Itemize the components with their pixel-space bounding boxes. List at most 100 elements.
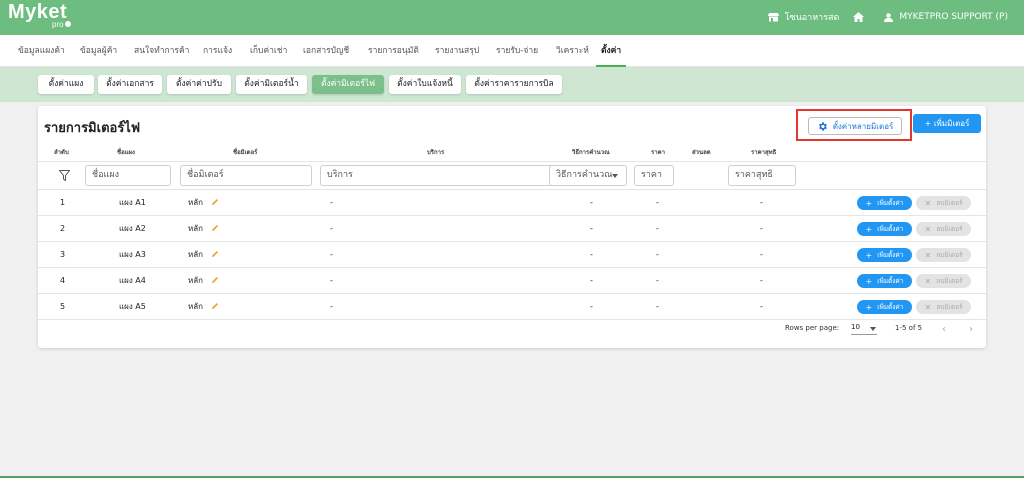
filter-service-input[interactable]: บริการ [320,165,578,186]
app-logo[interactable]: Myket [8,2,67,22]
cell-method: - [590,198,593,207]
cell-meter: หลัก [188,302,204,311]
menu-item-approvals[interactable]: รายการอนุมัติ [368,35,419,67]
next-page-icon[interactable]: › [969,324,973,335]
col-header-stall[interactable]: ชื่อแผง [117,147,135,157]
cell-price: - [656,224,659,233]
add-setting-button[interactable]: + เพิ่มตั้งค่า [857,222,912,236]
subtab-invoice-settings[interactable]: ตั้งค่าใบแจ้งหนี้ [389,75,461,94]
edit-pencil-icon[interactable] [211,198,219,206]
filter-stall-input[interactable]: ชื่อแผง [85,165,171,186]
delete-meter-button: ✕ ลบมิเตอร์ [916,300,971,314]
col-header-no[interactable]: ลำดับ [54,147,69,157]
plus-icon: + [865,250,873,260]
cell-no: 2 [60,224,66,233]
menu-item-settings[interactable]: ตั้งค่า [596,35,627,67]
cell-service: - [330,224,333,233]
delete-meter-label: ลบมิเตอร์ [936,251,963,259]
cell-price: - [656,276,659,285]
subtab-water-meter-settings[interactable]: ตั้งค่ามิเตอร์น้ำ [236,75,307,94]
cell-price: - [656,250,659,259]
col-header-meter[interactable]: ชื่อมิเตอร์ [233,147,257,157]
table-row: 2 แผง A2 หลัก - - - - + เพิ่มตั้งค่า ✕ ลบม… [38,216,986,242]
meter-list-card: รายการมิเตอร์ไฟ ตั้งค่าหลายมิเตอร์ + เพิ… [38,106,986,348]
filter-price-input[interactable]: ราคา [634,165,674,186]
edit-pencil-icon[interactable] [211,250,219,258]
menu-item-analysis[interactable]: วิเคราะห์ [556,35,589,67]
app-logo-sub: pro [52,20,71,29]
menu-item-notify[interactable]: การแจ้ง [203,35,232,67]
home-button[interactable] [853,12,870,22]
close-icon: ✕ [924,224,932,234]
subtab-document-settings[interactable]: ตั้งค่าเอกสาร [98,75,162,94]
add-setting-label: เพิ่มตั้งค่า [877,277,904,285]
rows-per-page-select[interactable]: 10 [851,323,877,335]
user-menu[interactable]: MYKETPRO SUPPORT (P) [884,12,1008,22]
add-setting-button[interactable]: + เพิ่มตั้งค่า [857,300,912,314]
cell-price: - [656,198,659,207]
close-icon: ✕ [924,250,932,260]
menu-item-income-expense[interactable]: รายรับ-จ่าย [496,35,538,67]
add-setting-button[interactable]: + เพิ่มตั้งค่า [857,274,912,288]
prev-page-icon[interactable]: ‹ [942,324,946,335]
page-title: รายการมิเตอร์ไฟ [44,121,141,136]
edit-pencil-icon[interactable] [211,276,219,284]
cell-meter: หลัก [188,250,204,259]
delete-meter-label: ลบมิเตอร์ [936,277,963,285]
add-setting-label: เพิ่มตั้งค่า [877,303,904,311]
delete-meter-button: ✕ ลบมิเตอร์ [916,196,971,210]
col-header-net-price[interactable]: ราคาสุทธิ [751,147,776,157]
subtab-bill-price-settings[interactable]: ตั้งค่าราคารายการบิล [466,75,562,94]
menu-item-rent[interactable]: เก็บค่าเช่า [250,35,287,67]
menu-item-accounting[interactable]: เอกสารบัญชี [303,35,349,67]
edit-pencil-icon[interactable] [211,302,219,310]
chevron-down-icon [870,327,876,331]
add-setting-button[interactable]: + เพิ่มตั้งค่า [857,196,912,210]
add-setting-label: เพิ่มตั้งค่า [877,251,904,259]
cell-no: 3 [60,250,66,259]
cell-net-price: - [760,250,763,259]
subtab-electric-meter-settings[interactable]: ตั้งค่ามิเตอร์ไฟ [312,75,384,94]
cell-net-price: - [760,276,763,285]
delete-meter-label: ลบมิเตอร์ [936,199,963,207]
store-name: โซนอาหารสด [784,13,840,23]
col-header-discount[interactable]: ส่วนลด [692,147,711,157]
header-divider [38,161,986,162]
menu-item-reports[interactable]: รายงานสรุป [435,35,479,67]
rows-per-page-label: Rows per page: [785,324,840,332]
plus-icon: + [865,302,873,312]
subtab-fine-settings[interactable]: ตั้งค่าค่าปรับ [167,75,231,94]
filter-meter-input[interactable]: ชื่อมิเตอร์ [180,165,312,186]
menu-item-vendors[interactable]: ข้อมูลผู้ค้า [80,35,117,67]
cell-no: 5 [60,302,66,311]
cell-service: - [330,250,333,259]
app-logo-sub-text: pro [52,20,64,29]
cell-stall: แผง A5 [119,302,146,311]
store-icon [767,13,779,22]
edit-pencil-icon[interactable] [211,224,219,232]
filter-net-price-input[interactable]: ราคาสุทธิ [728,165,796,186]
store-selector[interactable]: โซนอาหารสด [767,10,840,24]
menu-item-interested[interactable]: สนใจทำการค้า [134,35,189,67]
add-setting-label: เพิ่มตั้งค่า [877,225,904,233]
logo-dot-icon [64,21,71,27]
rows-per-page-value: 10 [851,323,860,331]
subtab-stall-settings[interactable]: ตั้งค่าแผง [38,75,94,94]
col-header-price[interactable]: ราคา [651,147,665,157]
close-icon: ✕ [924,276,932,286]
plus-icon: + [865,198,873,208]
close-icon: ✕ [924,302,932,312]
cell-service: - [330,198,333,207]
add-meter-button[interactable]: + เพิ่มมิเตอร์ [913,114,981,133]
multi-meter-settings-button[interactable]: ตั้งค่าหลายมิเตอร์ [808,117,902,135]
col-header-method[interactable]: วิธีการคำนวณ [572,147,610,157]
filter-icon[interactable] [59,170,70,181]
cell-meter: หลัก [188,224,204,233]
delete-meter-button: ✕ ลบมิเตอร์ [916,248,971,262]
col-header-service[interactable]: บริการ [427,147,444,157]
menu-item-stalls[interactable]: ข้อมูลแผงค้า [18,35,65,67]
add-setting-label: เพิ่มตั้งค่า [877,199,904,207]
table-row: 4 แผง A4 หลัก - - - - + เพิ่มตั้งค่า ✕ ลบม… [38,268,986,294]
add-setting-button[interactable]: + เพิ่มตั้งค่า [857,248,912,262]
filter-method-select[interactable]: วิธีการคำนวณ [549,165,627,186]
